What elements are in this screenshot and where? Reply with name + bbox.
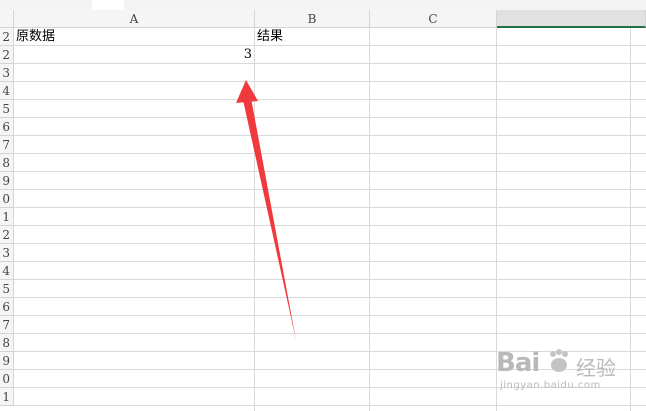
row-header-1[interactable]: 2 <box>0 28 14 46</box>
row-header-4[interactable]: 4 <box>0 82 14 100</box>
cell-b1[interactable]: 结果 <box>255 28 369 46</box>
spreadsheet: A B C 2 2 3 4 5 6 7 8 9 0 1 2 3 4 5 6 7 … <box>0 0 646 411</box>
watermark-brand: Bai <box>496 348 540 378</box>
watermark-suffix: 经验 <box>576 356 616 380</box>
ribbon-edge <box>0 0 646 10</box>
row-header-8[interactable]: 8 <box>0 154 14 172</box>
row-header-21[interactable]: 1 <box>0 388 14 406</box>
row-header-19[interactable]: 9 <box>0 352 14 370</box>
select-all-corner[interactable] <box>0 10 14 28</box>
row-header-17[interactable]: 7 <box>0 316 14 334</box>
column-header-b[interactable]: B <box>255 10 370 28</box>
row-header-18[interactable]: 8 <box>0 334 14 352</box>
paw-icon <box>546 348 572 374</box>
row-header-15[interactable]: 5 <box>0 280 14 298</box>
row-header-7[interactable]: 7 <box>0 136 14 154</box>
cell-a1[interactable]: 原数据 <box>14 28 254 46</box>
row-header-6[interactable]: 6 <box>0 118 14 136</box>
row-header-10[interactable]: 0 <box>0 190 14 208</box>
column-header-d[interactable] <box>497 10 646 28</box>
cell-a2[interactable]: 3 <box>14 46 254 64</box>
sheet-tab[interactable] <box>92 0 124 10</box>
cell-b2[interactable] <box>255 46 369 64</box>
column-header-a[interactable]: A <box>14 10 255 28</box>
column-header-c[interactable]: C <box>370 10 497 28</box>
row-header-12[interactable]: 2 <box>0 226 14 244</box>
row-header-20[interactable]: 0 <box>0 370 14 388</box>
row-header-13[interactable]: 3 <box>0 244 14 262</box>
row-header-2[interactable]: 2 <box>0 46 14 64</box>
row-header-11[interactable]: 1 <box>0 208 14 226</box>
row-header-9[interactable]: 9 <box>0 172 14 190</box>
baidu-watermark: Bai 经验 jingyan.baidu.com <box>496 340 646 400</box>
row-header-3[interactable]: 3 <box>0 64 14 82</box>
row-header-14[interactable]: 4 <box>0 262 14 280</box>
column-header-row: A B C <box>0 10 646 28</box>
watermark-url: jingyan.baidu.com <box>500 380 601 391</box>
row-header-5[interactable]: 5 <box>0 100 14 118</box>
row-header-16[interactable]: 6 <box>0 298 14 316</box>
